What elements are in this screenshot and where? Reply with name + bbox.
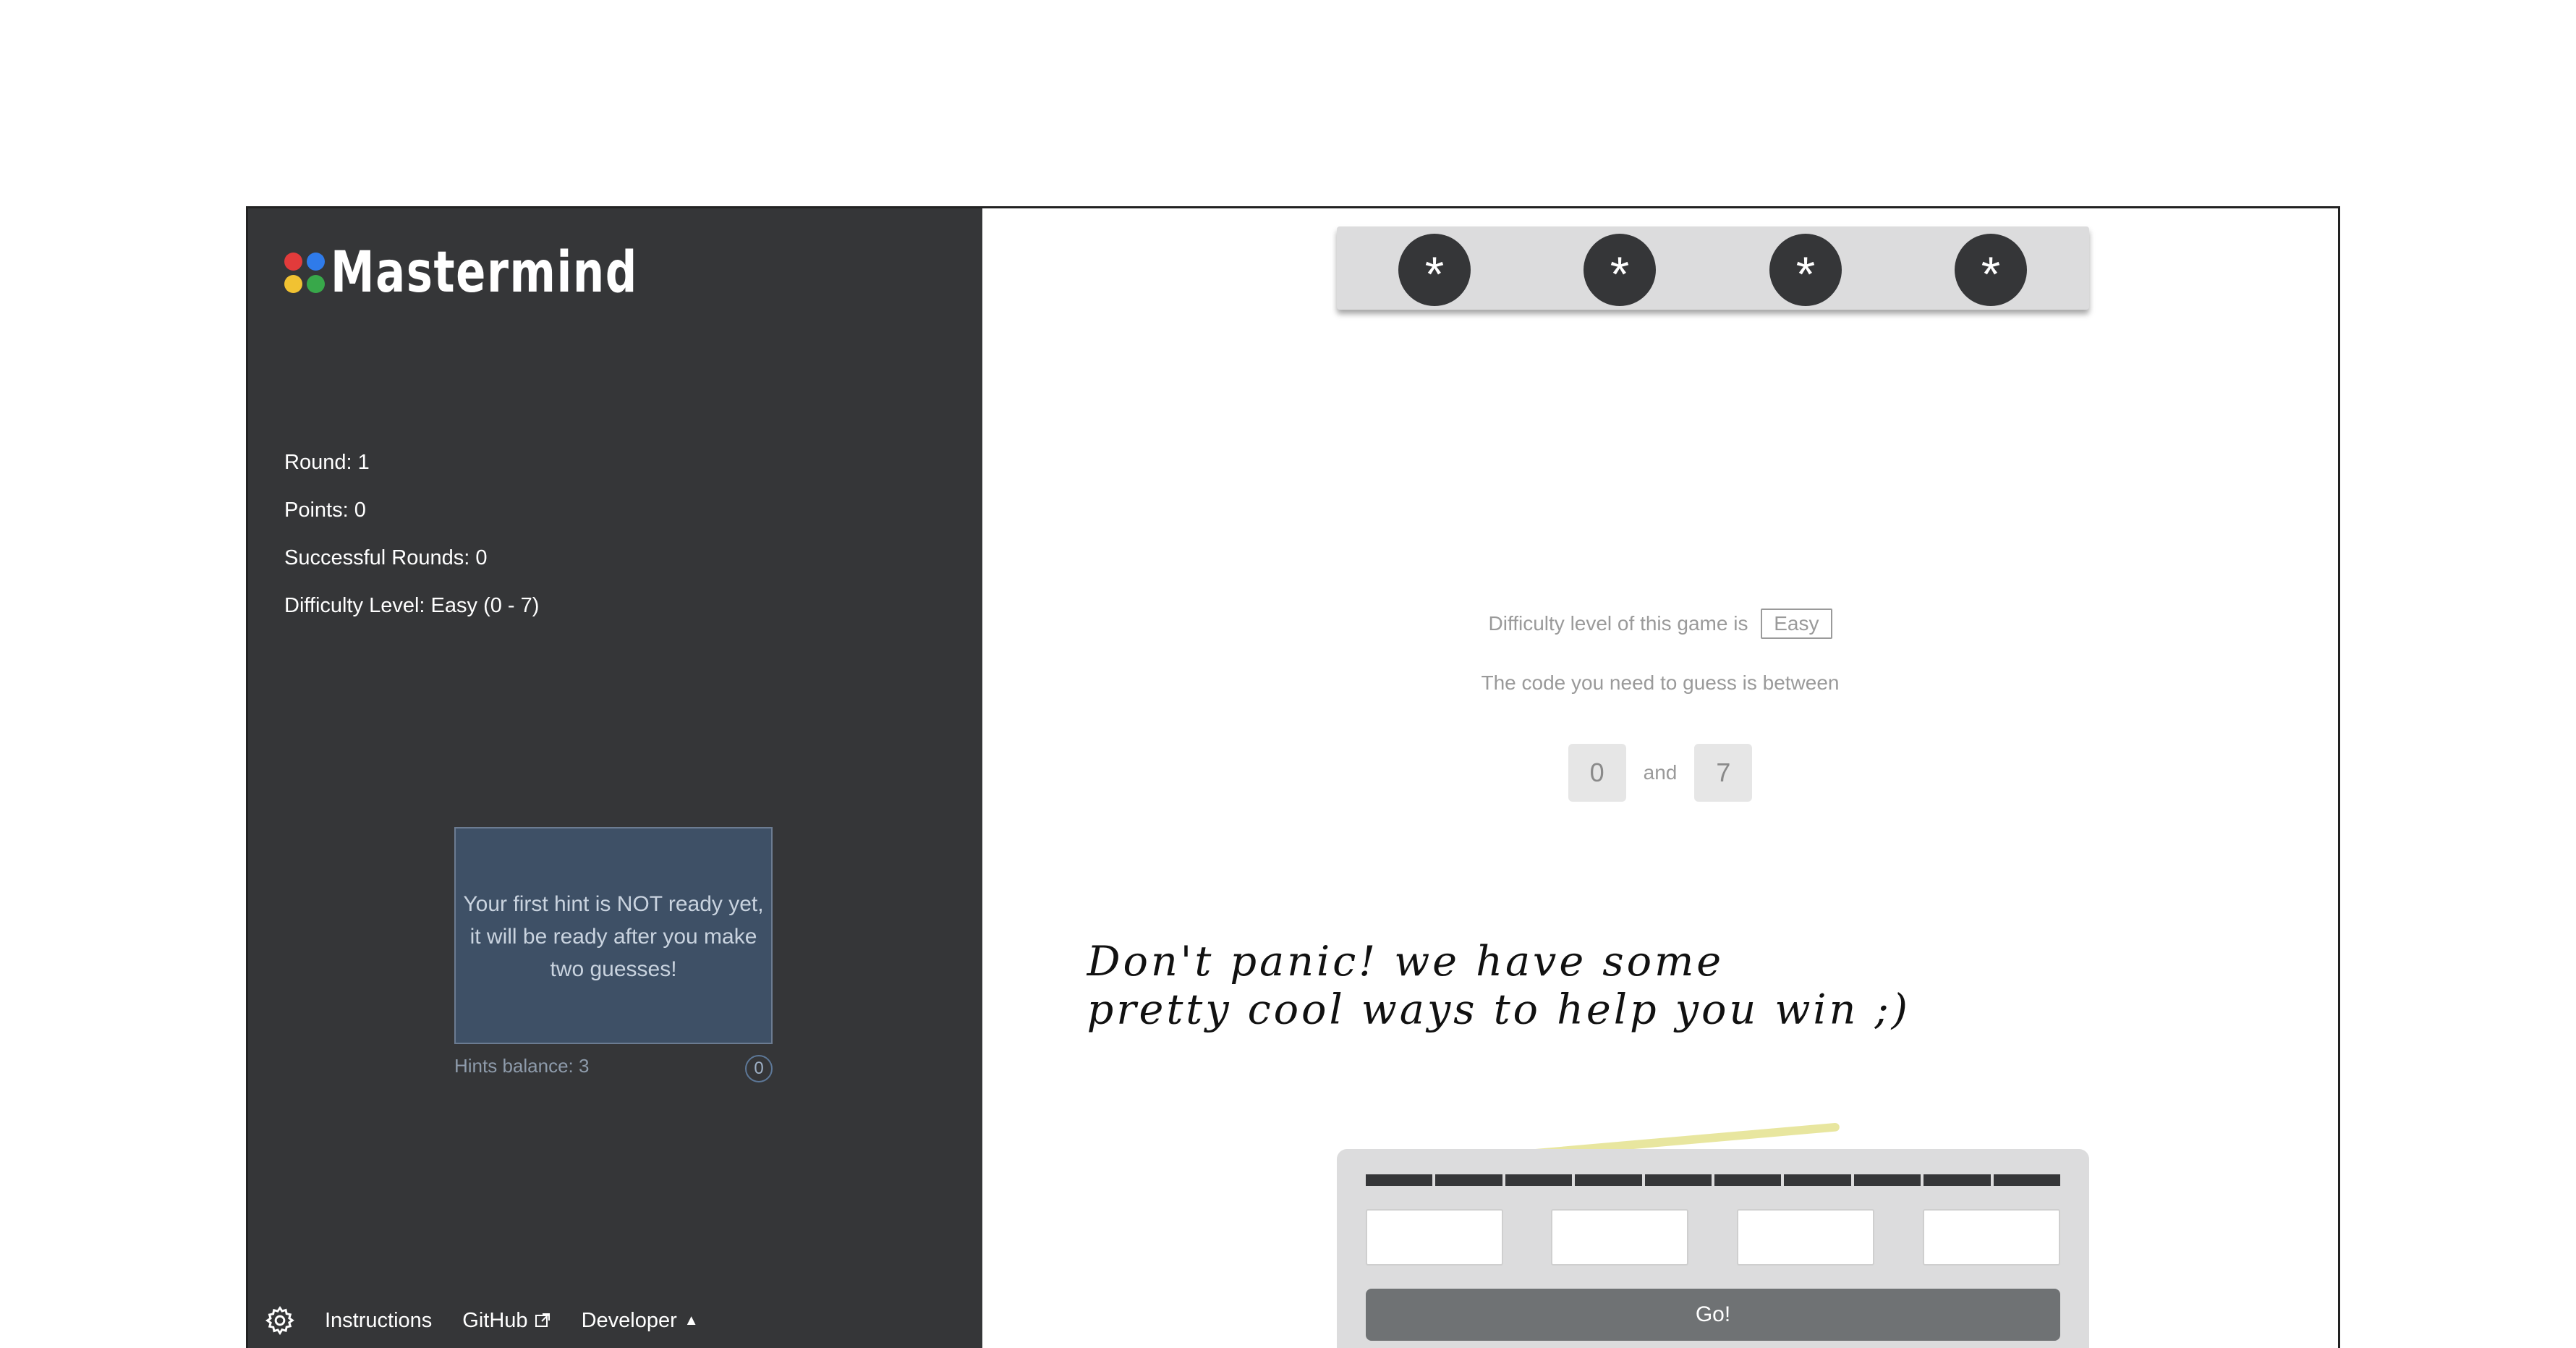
instructions-link[interactable]: Instructions: [325, 1309, 432, 1333]
difficulty-info: Difficulty level of this game is Easy: [982, 609, 2338, 639]
round-stat: Round: 1: [284, 451, 370, 474]
points-stat: Points: 0: [284, 499, 366, 522]
brand-logo: Mastermind: [284, 245, 725, 301]
secret-code-peg: *: [1584, 234, 1656, 306]
game-stats: Round: 1 Points: 0 Successful Rounds: 0 …: [284, 438, 539, 630]
handwritten-line-2: pretty cool ways to help you win ;): [1087, 985, 1910, 1034]
secret-code-peg: *: [1398, 234, 1471, 306]
difficulty-stat: Difficulty Level: Easy (0 - 7): [284, 594, 540, 617]
guess-input-3[interactable]: [1737, 1209, 1874, 1266]
game-area: * * * * Difficulty level of this game is…: [982, 208, 2338, 1348]
caret-up-icon: ▲: [684, 1312, 699, 1328]
range-description: The code you need to guess is between: [1481, 671, 1840, 694]
range-min-box: 0: [1568, 744, 1626, 802]
guess-input-4[interactable]: [1923, 1209, 2060, 1266]
secret-code-bar: * * * *: [1337, 226, 2089, 310]
go-button[interactable]: Go!: [1366, 1289, 2060, 1341]
logo-dots-icon: [284, 253, 325, 293]
guess-progress-bar: [1366, 1174, 2061, 1186]
successful-rounds-stat: Successful Rounds: 0: [284, 546, 488, 569]
github-link[interactable]: GitHub: [462, 1309, 551, 1333]
guess-input-1[interactable]: [1366, 1209, 1503, 1266]
handwritten-note: Don't panic! we have some pretty cool wa…: [1087, 937, 1910, 1156]
code-range: 0 and 7: [982, 744, 2338, 802]
difficulty-prefix: Difficulty level of this game is: [1488, 612, 1748, 635]
hints-count-badge: 0: [745, 1055, 773, 1082]
app-window: Mastermind Round: 1 Points: 0 Successful…: [246, 206, 2340, 1348]
app-title: Mastermind: [331, 240, 638, 305]
range-max-box: 7: [1694, 744, 1753, 802]
secret-code-peg: *: [1955, 234, 2027, 306]
range-and-label: and: [1643, 761, 1678, 784]
github-link-label: GitHub: [462, 1308, 528, 1332]
secret-code-peg: *: [1769, 234, 1842, 306]
sidebar: Mastermind Round: 1 Points: 0 Successful…: [248, 208, 982, 1348]
hint-card[interactable]: Your first hint is NOT ready yet, it wil…: [454, 827, 773, 1044]
guess-input-2[interactable]: [1551, 1209, 1688, 1266]
external-link-icon: [535, 1313, 550, 1327]
hints-balance-row: Hints balance: 3 0: [454, 1055, 773, 1084]
hints-balance-label: Hints balance: 3: [454, 1055, 590, 1077]
difficulty-badge: Easy: [1761, 609, 1832, 639]
developer-dropdown[interactable]: Developer ▲: [582, 1309, 699, 1333]
gear-icon[interactable]: [264, 1305, 296, 1336]
guess-panel: Go!: [1337, 1149, 2089, 1348]
sidebar-footer: Instructions GitHub Developer ▲: [264, 1305, 729, 1336]
handwritten-line-1: Don't panic! we have some: [1087, 937, 1724, 985]
developer-dropdown-label: Developer: [581, 1308, 677, 1332]
